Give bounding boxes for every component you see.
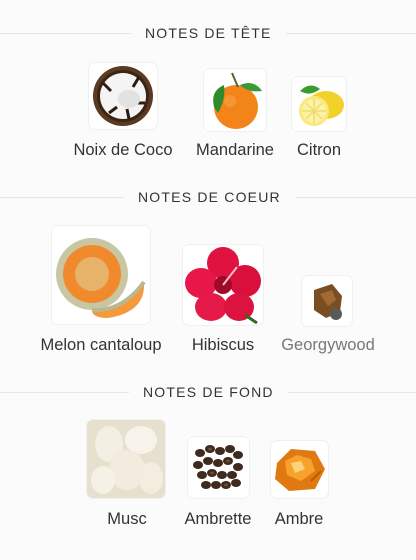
mandarin-icon[interactable] [204,69,266,131]
note-label: Citron [296,141,342,159]
note-label: Noix de Coco [73,141,173,159]
section-title: NOTES DE COEUR [124,183,295,211]
cantaloupe-icon[interactable] [52,226,150,324]
section-header-base-notes: NOTES DE FOND [0,378,416,406]
note-label: Melon cantaloup [40,336,162,354]
note-label: Hibiscus [191,336,255,354]
section-header-top-notes: NOTES DE TÊTE [0,19,416,47]
section-header-heart-notes: NOTES DE COEUR [0,183,416,211]
georgywood-icon[interactable] [302,276,352,326]
section-title: NOTES DE FOND [129,378,288,406]
note-label: Ambrette [184,510,252,528]
amber-icon[interactable] [271,441,328,498]
note-label: Mandarine [196,141,274,159]
note-label: Musc [107,510,147,528]
section-title: NOTES DE TÊTE [131,19,286,47]
ambrette-seeds-icon[interactable] [188,437,249,498]
musk-icon[interactable] [87,420,165,498]
hibiscus-icon[interactable] [183,245,263,325]
note-label: Georgywood [281,336,375,354]
lemon-icon[interactable] [292,77,346,131]
coconut-icon[interactable] [89,63,157,129]
note-label: Ambre [274,510,324,528]
